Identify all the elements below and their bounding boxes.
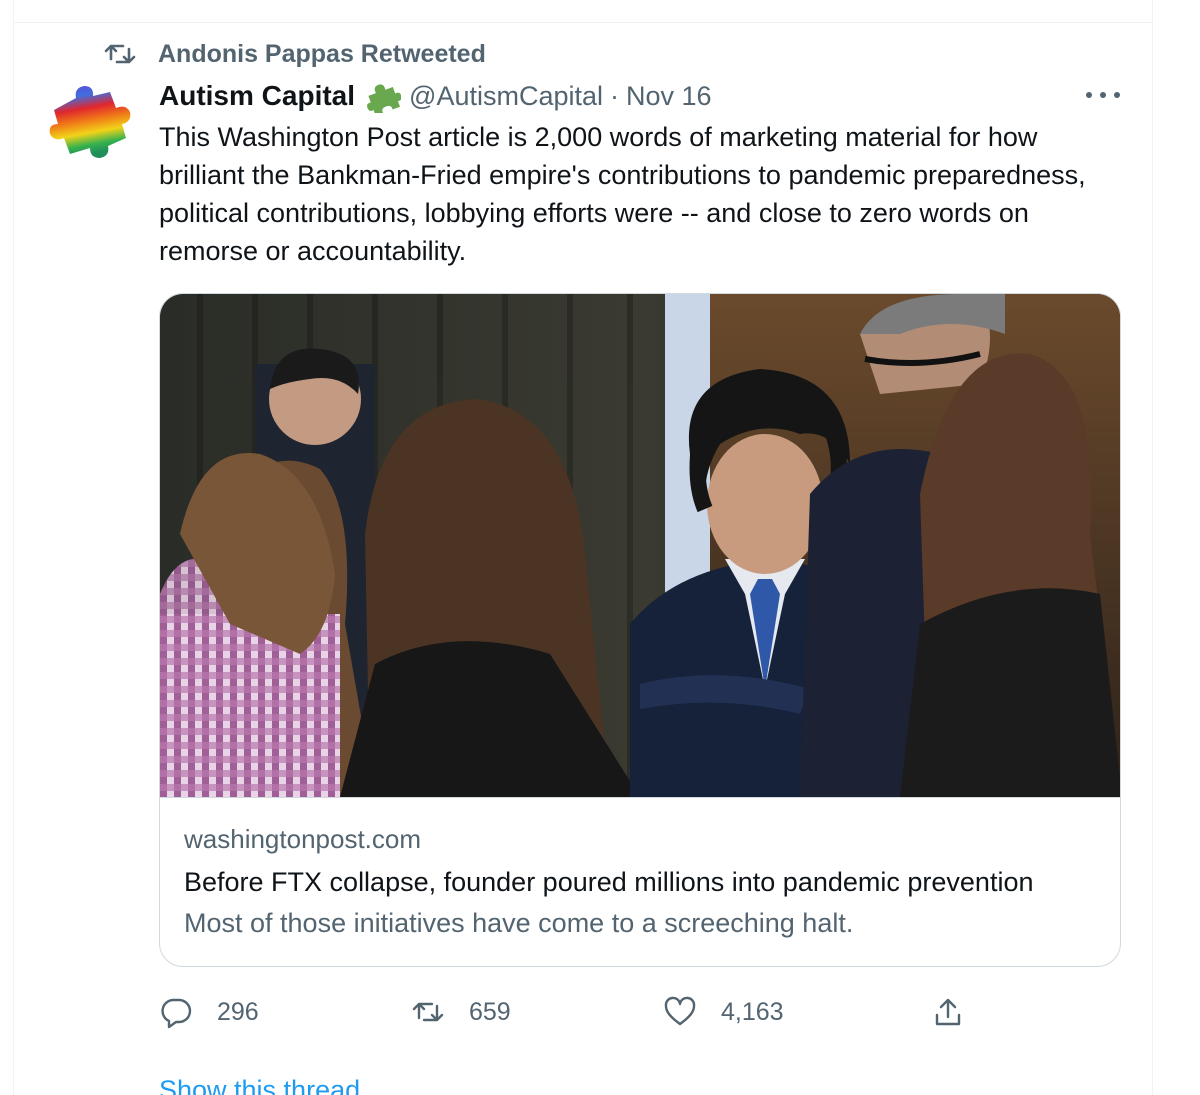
reply-button[interactable]: 296 [159,990,259,1034]
share-button[interactable] [931,990,965,1034]
retweet-context[interactable]: Andonis Pappas Retweeted [104,38,486,70]
header-separator: · [610,80,620,111]
more-dot-icon [1100,92,1106,98]
right-divider [1152,0,1153,1095]
link-card-description: Most of those initiatives have come to a… [184,908,854,938]
reply-icon [161,998,192,1029]
retweet-count: 659 [469,997,511,1026]
author-handle[interactable]: @AutismCapital [409,81,603,112]
puzzle-piece-icon [365,79,402,116]
more-dot-icon [1086,92,1092,98]
author-name[interactable]: Autism Capital [159,80,355,112]
link-card-meta[interactable]: washingtonpost.com Before FTX collapse, … [160,797,1120,966]
more-options-button[interactable] [1086,84,1120,106]
tweet-text: This Washington Post article is 2,000 wo… [159,122,1086,266]
reply-count: 296 [217,997,259,1026]
tweet-date[interactable]: Nov 16 [626,81,712,112]
avatar[interactable] [46,80,136,162]
retweet-button[interactable]: 659 [411,990,511,1034]
like-count: 4,163 [721,997,784,1026]
more-dot-icon [1114,92,1120,98]
link-card-title: Before FTX collapse, founder poured mill… [184,867,1034,897]
heart-icon [664,996,696,1026]
show-thread-link[interactable]: Show this thread [159,1075,360,1095]
link-card-image[interactable] [160,294,1120,797]
left-divider [13,0,14,1095]
link-card[interactable]: washingtonpost.com Before FTX collapse, … [159,293,1121,967]
retweet-context-text: Andonis Pappas Retweeted [158,39,486,68]
share-icon [935,998,961,1026]
tweet-header: Autism Capital @AutismCapital · Nov 16 [159,78,712,116]
like-button[interactable]: 4,163 [663,990,784,1034]
retweet-icon [104,44,136,64]
link-card-domain: washingtonpost.com [184,824,422,854]
tweet-actions: 296 659 4,163 [159,990,989,1034]
top-divider [13,22,1153,23]
retweet-icon [412,1002,444,1022]
